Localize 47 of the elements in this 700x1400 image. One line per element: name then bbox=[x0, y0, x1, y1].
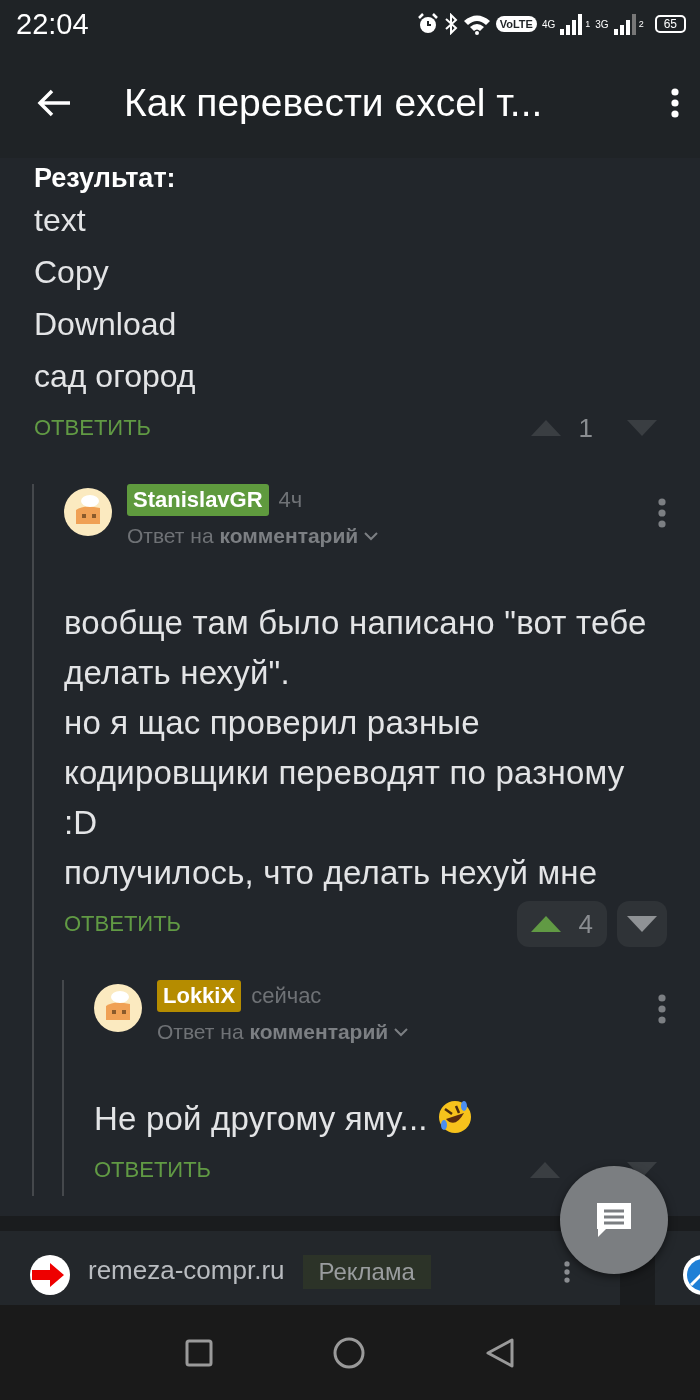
back-nav-icon[interactable] bbox=[485, 1336, 515, 1369]
reply-to-text[interactable]: Ответ на комментарий bbox=[127, 524, 359, 548]
reply-button[interactable]: ОТВЕТИТЬ bbox=[64, 911, 517, 937]
username-badge[interactable]: StanislavGR bbox=[127, 484, 269, 516]
downvote-icon[interactable] bbox=[627, 916, 657, 932]
ad-domain[interactable]: remeza-compr.ru bbox=[88, 1255, 285, 1286]
comment-text: сад огород bbox=[34, 357, 197, 396]
comment-text: Copy bbox=[34, 253, 110, 292]
comment-text: получилось, что делать нехуй мне bbox=[64, 853, 599, 893]
signal-icon bbox=[613, 13, 638, 35]
comment-text: вообще там было написано "вот тебе делать нехуй". bbox=[64, 603, 648, 693]
avatar-icon[interactable] bbox=[94, 984, 142, 1032]
message-icon bbox=[594, 1200, 634, 1240]
recent-apps-icon[interactable] bbox=[185, 1338, 213, 1367]
chevron-down-icon[interactable] bbox=[394, 1027, 409, 1037]
chevron-down-icon[interactable] bbox=[364, 531, 379, 541]
arrow-logo-icon bbox=[30, 1255, 70, 1295]
volte-badge: VoLTE bbox=[495, 16, 537, 32]
reply-to-text[interactable]: Ответ на комментарий bbox=[157, 1020, 389, 1044]
comment-text: Не рой другому яму... bbox=[94, 1094, 667, 1144]
network-type: 4G bbox=[541, 19, 556, 30]
logo-icon bbox=[683, 1255, 700, 1295]
sim-number: 2 bbox=[638, 19, 644, 29]
sim-number: 1 bbox=[585, 19, 591, 29]
comment-text: Download bbox=[34, 305, 178, 344]
ad-label: Реклама bbox=[302, 1255, 431, 1289]
bluetooth-icon bbox=[443, 13, 458, 35]
network-type: 3G bbox=[595, 19, 609, 30]
comment-time: сейчас bbox=[251, 983, 322, 1009]
battery-indicator: 65 bbox=[654, 15, 686, 33]
comment-heading: Результат: bbox=[34, 162, 177, 194]
status-time: 22:04 bbox=[16, 7, 90, 41]
reply-button[interactable]: ОТВЕТИТЬ bbox=[34, 415, 517, 441]
page-title: Как перевести excel т... bbox=[124, 81, 544, 125]
reply-button[interactable]: ОТВЕТИТЬ bbox=[94, 1157, 516, 1183]
upvote-icon[interactable] bbox=[530, 916, 561, 932]
back-icon[interactable] bbox=[36, 88, 72, 118]
comment-text: text bbox=[34, 201, 87, 240]
wifi-icon bbox=[462, 13, 491, 35]
avatar-icon[interactable] bbox=[64, 488, 112, 536]
comment-score: 1 bbox=[578, 412, 593, 444]
alarm-icon bbox=[416, 13, 439, 35]
home-icon[interactable] bbox=[333, 1336, 365, 1369]
signal-icon bbox=[560, 13, 585, 35]
comment-time: 4ч bbox=[278, 487, 303, 513]
username-badge[interactable]: LokkiX bbox=[157, 980, 242, 1012]
comment-score: 4 bbox=[578, 908, 593, 940]
